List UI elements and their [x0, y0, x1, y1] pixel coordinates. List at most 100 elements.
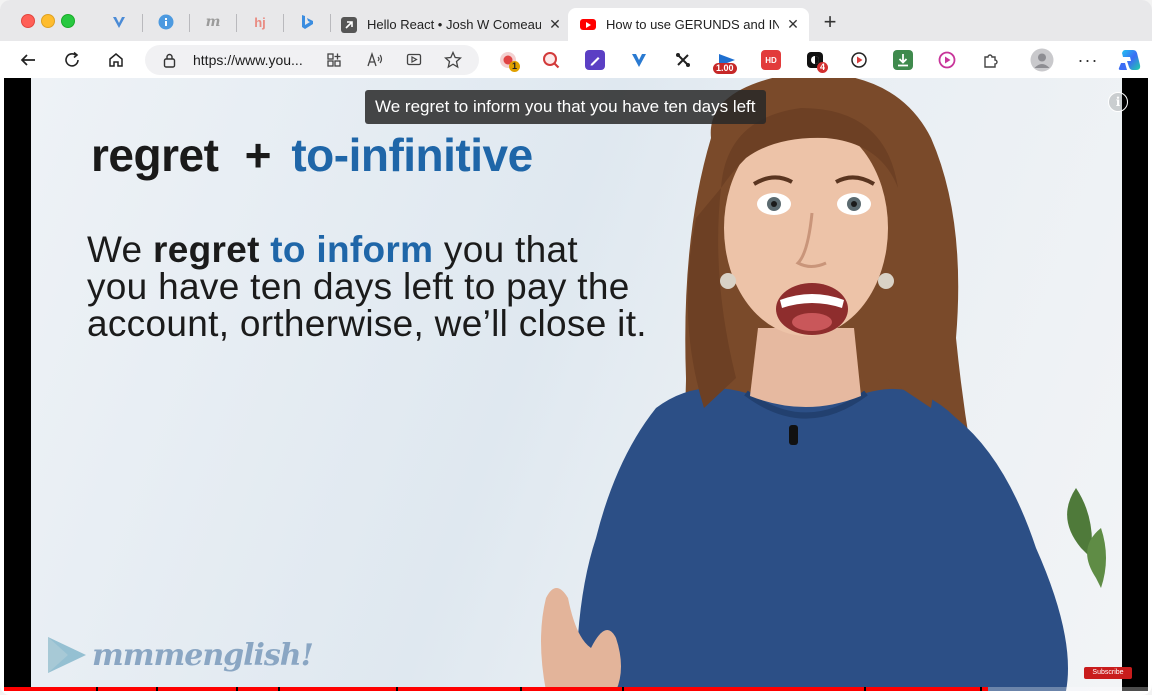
subscribe-watermark[interactable]: Subscribe: [1084, 667, 1132, 679]
home-icon: [109, 53, 123, 67]
reload-icon: [65, 51, 79, 67]
tab-separator: [142, 14, 143, 32]
extension-player[interactable]: [937, 50, 957, 70]
play-triangle-logo-icon: [48, 637, 86, 673]
ellipsis-icon: ···: [1077, 49, 1099, 70]
copilot-icon: [1118, 50, 1141, 70]
minimize-window-button[interactable]: [41, 14, 55, 28]
home-button[interactable]: [103, 47, 129, 73]
chapter-marker: [396, 687, 398, 691]
browser-window: m hj Hello React • Josh W Comeau ✕ How t…: [0, 0, 1152, 695]
video-caption: We regret to inform you that you have te…: [365, 90, 766, 124]
channel-logo: mmmenglish!: [46, 633, 314, 677]
youtube-icon: [580, 19, 596, 30]
back-arrow-icon: [20, 54, 35, 66]
back-button[interactable]: [15, 47, 41, 73]
chapter-marker: [622, 687, 624, 691]
slide-heading-word: regret: [91, 129, 219, 181]
extension-video[interactable]: [849, 50, 869, 70]
arrow-up-right-icon: [341, 16, 357, 33]
profile-button[interactable]: [1029, 47, 1055, 73]
extension-vee[interactable]: [629, 50, 649, 70]
chapter-marker: [864, 687, 866, 691]
zoom-window-button[interactable]: [61, 14, 75, 28]
url-text: https://www.you...: [193, 52, 303, 68]
m-letter-icon: m: [205, 14, 221, 30]
tab-strip: m hj Hello React • Josh W Comeau ✕ How t…: [0, 0, 1152, 41]
play-circle-icon: [938, 51, 956, 69]
address-bar[interactable]: https://www.you...: [145, 45, 479, 75]
close-tab-icon[interactable]: ✕: [547, 16, 563, 33]
slide-heading-plus: +: [244, 129, 272, 181]
tab-separator: [189, 14, 190, 32]
sentence-bold-verb: regret: [153, 229, 260, 270]
pinned-tab-info[interactable]: [157, 13, 175, 31]
hj-icon: hj: [254, 14, 266, 30]
channel-logo-text: mmmenglish!: [92, 637, 314, 673]
slide-heading: regret + to-infinitive: [91, 128, 533, 182]
tab-separator: [236, 14, 237, 32]
extension-arrows[interactable]: [673, 50, 693, 70]
subscribe-label: Subscribe: [1092, 669, 1124, 676]
more-menu-button[interactable]: ···: [1075, 47, 1101, 73]
tab-separator: [330, 14, 331, 32]
pen-icon: [590, 57, 600, 66]
tab-title: Hello React • Josh W Comeau: [367, 17, 541, 32]
puzzle-icon: [984, 54, 998, 68]
vee-icon: [113, 17, 125, 28]
sentence-space: [260, 229, 271, 270]
tab-title: How to use GERUNDS and INFI: [606, 17, 779, 32]
vee-icon: [632, 54, 646, 67]
tab-separator: [283, 14, 284, 32]
info-card-icon[interactable]: i: [1108, 92, 1128, 112]
magnifier-icon: [543, 52, 560, 69]
pinned-tab-vee[interactable]: [110, 13, 128, 31]
presenter-image: [541, 78, 1106, 691]
extension-speed[interactable]: 1.00: [713, 50, 737, 74]
chapter-marker: [520, 687, 522, 691]
favorite-star-icon[interactable]: [444, 51, 462, 69]
video-icon: [851, 52, 867, 68]
chapter-marker: [156, 687, 158, 691]
lock-icon: [163, 53, 176, 68]
chapter-marker: [96, 687, 98, 691]
hd-icon: HD: [765, 55, 777, 65]
slide-example-sentence: We regret to inform you that you have te…: [87, 231, 647, 342]
tab-hello-react[interactable]: Hello React • Josh W Comeau ✕: [341, 8, 563, 41]
chapter-marker: [980, 687, 982, 691]
extension-badge: 1: [509, 61, 521, 72]
video-overlay-icon[interactable]: [406, 52, 422, 68]
video-player[interactable]: regret + to-infinitive We regret to info…: [4, 78, 1148, 691]
sentence-part: We: [87, 229, 154, 270]
pinned-tab-bing[interactable]: [298, 13, 316, 31]
extension-dark-mode[interactable]: 4: [805, 50, 829, 73]
extension-download[interactable]: [893, 50, 913, 70]
extension-pen[interactable]: [585, 50, 605, 70]
copilot-button[interactable]: [1116, 47, 1142, 73]
chapter-marker: [278, 687, 280, 691]
extensions-button[interactable]: [981, 50, 1001, 70]
chapter-marker: [236, 687, 238, 691]
extension-record[interactable]: 1: [498, 50, 521, 72]
read-aloud-icon[interactable]: [366, 52, 384, 68]
browser-toolbar: https://www.you... 1 1.00 HD 4 ···: [0, 41, 1152, 78]
sentence-infinitive: to inform: [270, 229, 434, 270]
arrows-icon: [676, 53, 690, 67]
pinned-tab-m[interactable]: m: [204, 13, 222, 31]
tab-gerunds-video[interactable]: How to use GERUNDS and INFI ✕: [568, 8, 809, 41]
video-progress-played: [4, 687, 988, 691]
pinned-tab-hj[interactable]: hj: [251, 13, 269, 31]
slide-heading-rule: to-infinitive: [291, 129, 533, 181]
close-tab-icon[interactable]: ✕: [785, 16, 801, 33]
extension-hd[interactable]: HD: [761, 50, 781, 70]
extension-magnifier[interactable]: [541, 50, 561, 70]
video-progress-bar[interactable]: [4, 687, 1148, 691]
new-tab-button[interactable]: +: [819, 11, 841, 34]
close-window-button[interactable]: [21, 14, 35, 28]
video-frame: regret + to-infinitive We regret to info…: [31, 78, 1122, 691]
extension-badge: 4: [817, 62, 829, 73]
app-grid-icon[interactable]: [326, 52, 342, 68]
avatar-icon: [1030, 48, 1054, 72]
extension-badge: 1.00: [713, 63, 737, 74]
reload-button[interactable]: [59, 47, 85, 73]
